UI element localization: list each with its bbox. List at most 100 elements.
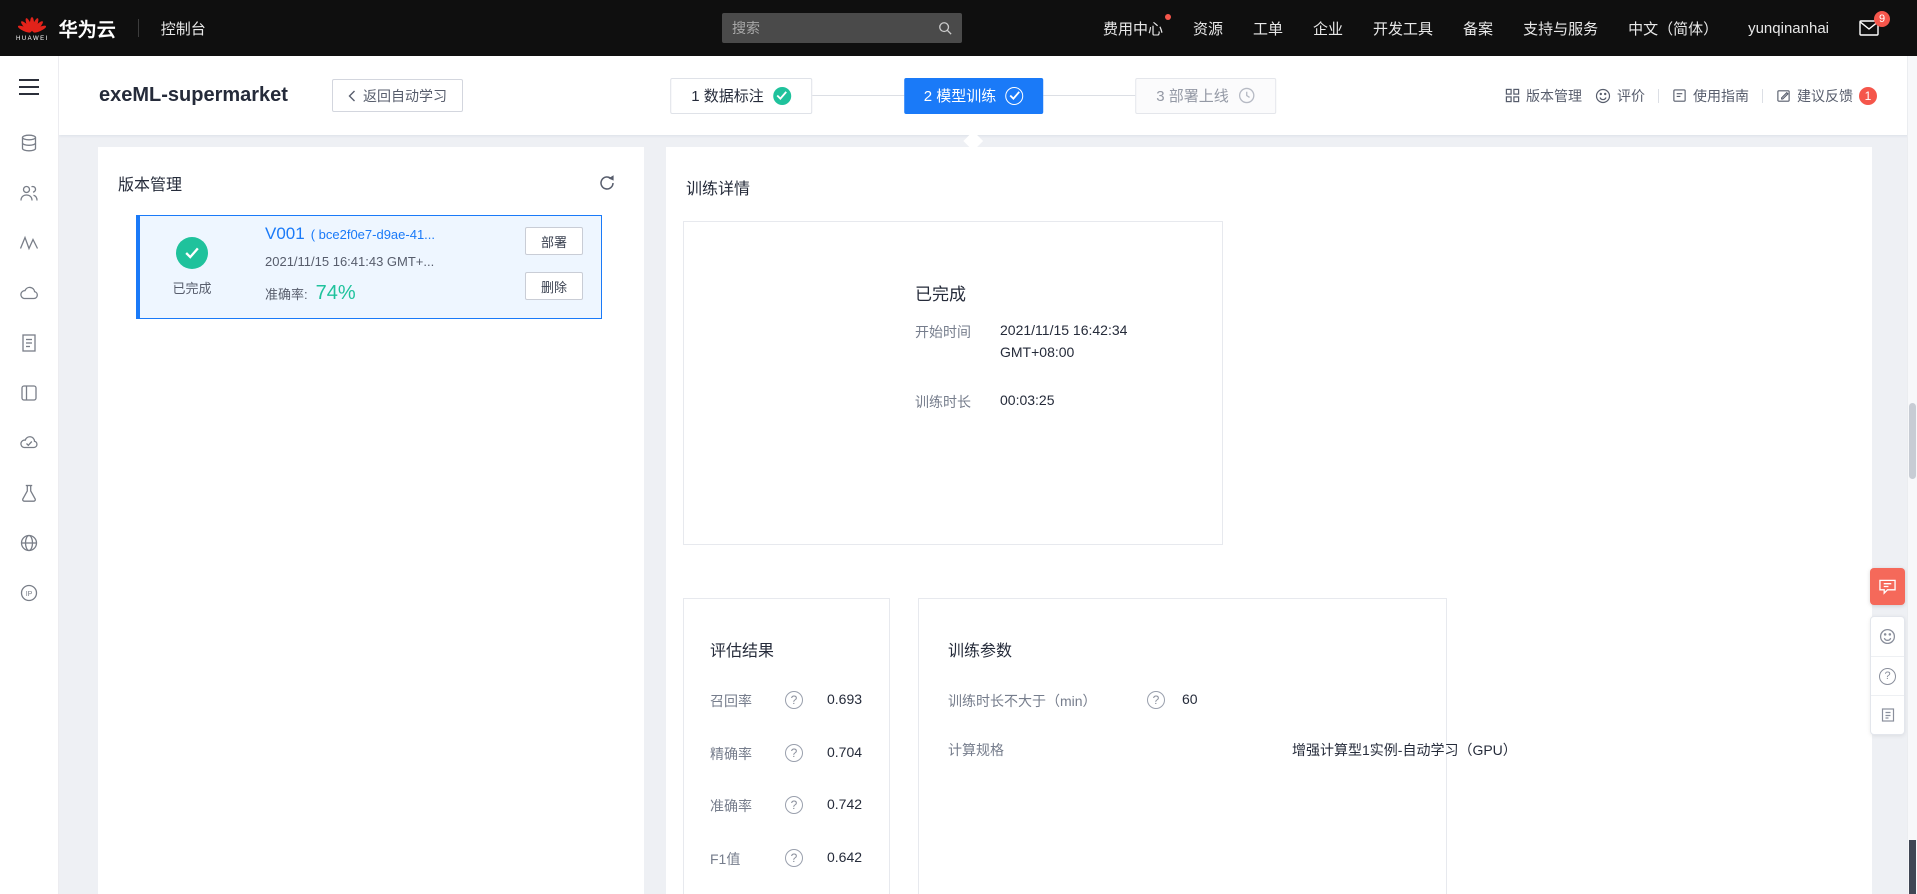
nav-username[interactable]: yunqinanhai	[1748, 20, 1829, 37]
search-input[interactable]	[732, 20, 938, 36]
version-card[interactable]: 已完成 V001 ( bce2f0e7-d9ae-41... 2021/11/1…	[136, 215, 602, 319]
help-center-button[interactable]: ?	[1871, 656, 1904, 695]
version-management-button[interactable]: 版本管理	[1505, 86, 1582, 106]
help-icon[interactable]: ?	[785, 691, 803, 709]
sidebar-item-users[interactable]	[0, 168, 58, 218]
accuracy-label: 准确率:	[265, 286, 308, 302]
metric-row: 精确率 ? 0.704	[684, 744, 889, 764]
mail-button[interactable]: 9	[1859, 11, 1890, 36]
duration-label: 训练时长	[915, 394, 971, 410]
nav-icp[interactable]: 备案	[1463, 18, 1493, 39]
metric-label: 准确率	[710, 798, 752, 814]
sidebar-item-flask[interactable]	[0, 468, 58, 518]
nav-enterprise[interactable]: 企业	[1313, 18, 1343, 39]
help-icon[interactable]: ?	[785, 744, 803, 762]
feedback-button[interactable]: 建议反馈 1	[1776, 86, 1877, 106]
user-guide-button[interactable]: 使用指南	[1672, 86, 1749, 106]
sidebar-item-cloud-check[interactable]	[0, 418, 58, 468]
version-time: 2021/11/15 16:41:43 GMT+...	[265, 254, 435, 269]
satisfaction-survey-button[interactable]	[1871, 617, 1904, 656]
success-check-icon	[176, 237, 208, 269]
param-row: 训练时长不大于（min） ? 60	[919, 691, 1446, 711]
help-icon[interactable]: ?	[1147, 691, 1165, 709]
back-button[interactable]: 返回自动学习	[331, 79, 463, 112]
search-box	[722, 13, 962, 43]
version-id: ( bce2f0e7-d9ae-41...	[310, 227, 436, 242]
version-status: 已完成	[172, 281, 212, 296]
step-deployment[interactable]: 3 部署上线	[1135, 77, 1276, 114]
step-connector	[1043, 95, 1136, 96]
step-label: 1 数据标注	[691, 88, 764, 105]
step-label: 2 模型训练	[923, 88, 997, 105]
logo-text: HUAWEI	[16, 35, 49, 42]
nav-console[interactable]: 控制台	[161, 18, 206, 39]
version-name-link[interactable]: V001	[265, 224, 305, 244]
smiley-icon	[1879, 628, 1896, 645]
nav-billing-label: 费用中心	[1102, 20, 1163, 38]
step-model-training[interactable]: 2 模型训练	[903, 77, 1044, 151]
globe-icon	[19, 533, 39, 553]
param-value: 增强计算型1实例-自动学习（GPU）	[1292, 742, 1517, 758]
refresh-button[interactable]	[598, 174, 616, 192]
nav-resources[interactable]: 资源	[1193, 18, 1223, 39]
feedback-icon	[1776, 88, 1791, 103]
divider	[1658, 88, 1659, 103]
evaluation-title: 评估结果	[710, 643, 775, 660]
svg-text:IP: IP	[26, 591, 33, 598]
ip-icon: IP	[19, 583, 39, 603]
version-management-label: 版本管理	[1526, 87, 1582, 104]
sidebar-item-cloud[interactable]	[0, 268, 58, 318]
page-scrollbar	[1907, 56, 1917, 894]
sidebar-item-database[interactable]	[0, 118, 58, 168]
sidebar-item-globe[interactable]	[0, 518, 58, 568]
scrollbar-thumb-bottom[interactable]	[1909, 840, 1916, 894]
nav-tickets[interactable]: 工单	[1253, 18, 1283, 39]
mail-badge: 9	[1874, 11, 1890, 27]
search-icon[interactable]	[938, 21, 952, 35]
top-nav-links: 费用中心 资源 工单 企业 开发工具 备案 支持与服务 中文（简体） yunqi…	[1102, 11, 1917, 39]
nav-divider	[137, 19, 139, 37]
metric-value: 0.742	[827, 796, 863, 812]
workflow-steps: 1 数据标注 2 模型训练 3 部署上线	[670, 77, 1276, 151]
check-icon	[772, 86, 791, 105]
sidebar-item-notebook[interactable]	[0, 368, 58, 418]
accuracy-value: 74%	[315, 281, 356, 304]
sidebar-item-ip[interactable]: IP	[0, 568, 58, 618]
evaluation-box: 评估结果 召回率 ? 0.693 精确率 ? 0.704 准确率 ? 0.742…	[683, 598, 890, 894]
nav-language[interactable]: 中文（简体）	[1628, 18, 1718, 39]
help-icon[interactable]: ?	[785, 796, 803, 814]
brand-name[interactable]: 华为云	[59, 15, 116, 42]
nav-billing[interactable]: 费用中心	[1102, 13, 1171, 39]
start-time-label: 开始时间	[915, 324, 971, 340]
back-button-label: 返回自动学习	[362, 87, 447, 104]
check-icon	[1005, 86, 1024, 105]
users-icon	[19, 183, 39, 203]
training-status-box: 已完成 开始时间 2021/11/15 16:42:34 GMT+08:00 训…	[683, 221, 1223, 545]
live-chat-button[interactable]	[1870, 568, 1905, 605]
help-icon[interactable]: ?	[785, 849, 803, 867]
sidebar-item-monitor[interactable]	[0, 218, 58, 268]
nav-devtools[interactable]: 开发工具	[1373, 18, 1433, 39]
flask-icon	[19, 483, 39, 503]
params-title: 训练参数	[948, 643, 1013, 660]
param-label: 训练时长不大于（min）	[948, 693, 1097, 709]
params-box: 训练参数 训练时长不大于（min） ? 60 计算规格 增强计算型1实例-自动学…	[918, 598, 1517, 894]
step-data-labeling[interactable]: 1 数据标注	[670, 77, 812, 114]
sidebar-item-document[interactable]	[0, 318, 58, 368]
top-navbar: HUAWEI 华为云 控制台 费用中心 资源 工单 企业 开发工具 备案 支持与…	[0, 0, 1917, 56]
feedback-form-icon	[1880, 707, 1896, 723]
metric-value: 0.693	[827, 691, 863, 707]
delete-button[interactable]: 删除	[525, 272, 583, 300]
cloud-check-icon	[19, 433, 39, 453]
nav-support[interactable]: 支持与服务	[1523, 18, 1598, 39]
param-value: 60	[1182, 691, 1198, 707]
huawei-logo[interactable]: HUAWEI	[16, 15, 49, 42]
deploy-button[interactable]: 部署	[525, 227, 583, 255]
scrollbar-thumb[interactable]	[1909, 403, 1916, 479]
rate-button[interactable]: 评价	[1595, 86, 1645, 106]
feedback-form-button[interactable]	[1871, 695, 1904, 734]
duration-value: 00:03:25	[1000, 392, 1055, 408]
menu-toggle-button[interactable]	[18, 78, 40, 96]
training-panel-title: 训练详情	[686, 181, 751, 198]
training-detail-panel: 训练详情 已完成 开始时间 2021/11/15 16:42:34 GMT+08…	[666, 147, 1872, 894]
